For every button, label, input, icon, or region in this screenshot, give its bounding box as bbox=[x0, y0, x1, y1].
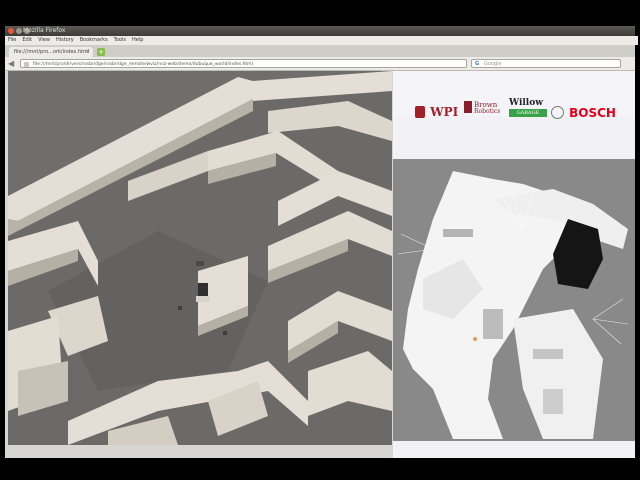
info-panel: WPI Brown Robotics Willow GARAGE BOSCH bbox=[393, 71, 635, 458]
url-bar[interactable]: file:///mnt/pro/drivers/rosbridge/rosbri… bbox=[20, 59, 467, 68]
2d-occupancy-map[interactable] bbox=[393, 159, 635, 441]
url-text: file:///mnt/pro/drivers/rosbridge/rosbri… bbox=[33, 62, 253, 67]
robot-position-marker bbox=[473, 337, 477, 341]
page-icon bbox=[24, 61, 29, 67]
menu-history[interactable]: History bbox=[56, 36, 74, 45]
menu-bar: File Edit View History Bookmarks Tools H… bbox=[5, 36, 638, 45]
browser-window: Mozilla Firefox File Edit View History B… bbox=[5, 26, 638, 458]
minimize-window-icon[interactable] bbox=[16, 28, 22, 34]
bosch-armature-icon bbox=[551, 106, 564, 119]
screen-bottom-bar bbox=[0, 458, 640, 480]
bosch-logo: BOSCH bbox=[551, 102, 616, 121]
title-bar: Mozilla Firefox bbox=[5, 26, 635, 36]
3d-scene[interactable] bbox=[8, 71, 392, 445]
new-tab-button[interactable]: + bbox=[97, 48, 105, 56]
tab-active[interactable]: file:///mnt/pro...ork/index.html × bbox=[9, 47, 93, 57]
menu-help[interactable]: Help bbox=[132, 36, 143, 45]
sponsor-logos: WPI Brown Robotics Willow GARAGE BOSCH bbox=[393, 71, 635, 120]
brown-shield-icon bbox=[464, 101, 472, 113]
map-canvas[interactable] bbox=[393, 159, 635, 441]
tab-label: file:///mnt/pro...ork/index.html bbox=[14, 49, 90, 55]
search-placeholder: Google bbox=[484, 61, 502, 67]
search-engine-icon[interactable]: G bbox=[475, 60, 479, 69]
window-title: Mozilla Firefox bbox=[23, 27, 66, 34]
tab-close-icon[interactable]: × bbox=[85, 47, 90, 57]
menu-edit[interactable]: Edit bbox=[22, 36, 32, 45]
page-content: WPI Brown Robotics Willow GARAGE BOSCH bbox=[5, 71, 635, 458]
wpi-seal-icon bbox=[415, 105, 425, 118]
back-arrow-icon[interactable]: ◀ bbox=[8, 59, 14, 68]
menu-view[interactable]: View bbox=[38, 36, 50, 45]
close-window-icon[interactable] bbox=[8, 28, 14, 34]
wpi-logo: WPI bbox=[415, 101, 458, 120]
robot-marker bbox=[196, 283, 210, 302]
tab-bar: file:///mnt/pro...ork/index.html × + bbox=[5, 45, 635, 57]
navigation-bar: ◀ file:///mnt/pro/drivers/rosbridge/rosb… bbox=[5, 57, 635, 71]
3d-world-view[interactable] bbox=[8, 71, 392, 445]
menu-tools[interactable]: Tools bbox=[114, 36, 126, 45]
menu-file[interactable]: File bbox=[8, 36, 16, 45]
search-input[interactable]: G Google bbox=[471, 59, 621, 68]
menu-bookmarks[interactable]: Bookmarks bbox=[80, 36, 108, 45]
